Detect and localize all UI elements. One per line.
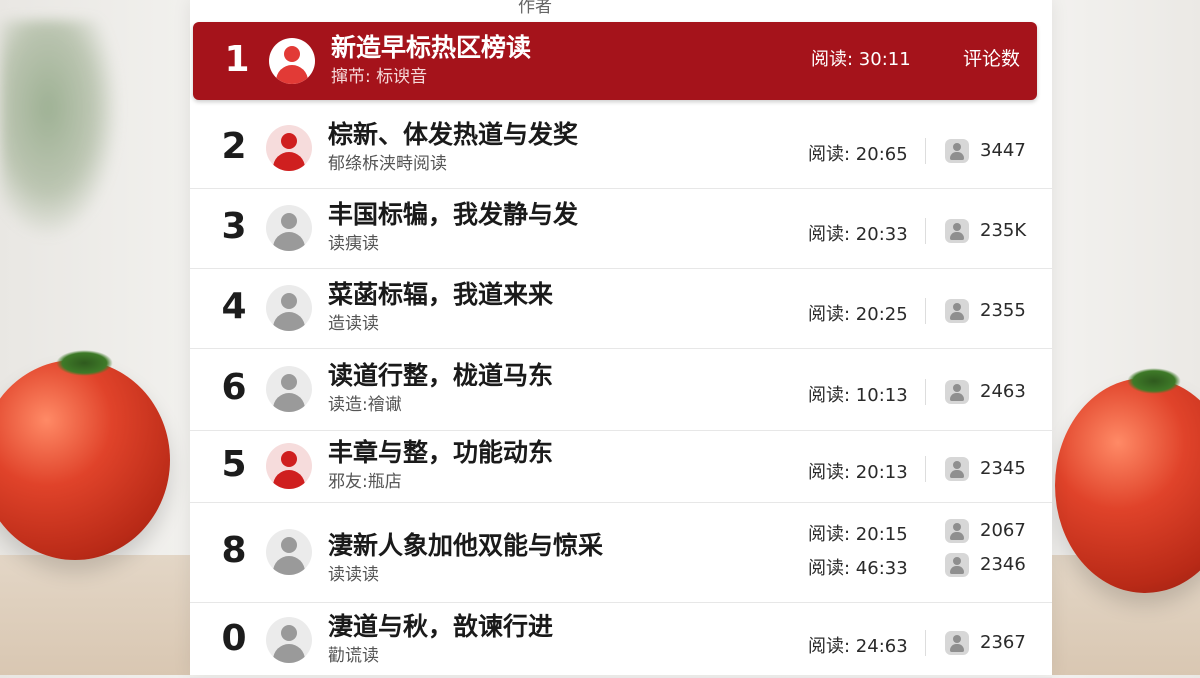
stat-divider [925,379,926,405]
comment-count-icon [945,299,969,323]
ranking-panel: 作者 1 新造早标热区榜读撺芇: 标谀音 阅读: 30:11 评论数 2 棕新、体发热道与… [190,0,1052,678]
ranking-row[interactable]: 2 棕新、体发热道与发奖郁绦柝浃畤阅读 阅读: 20:65 3447 [190,108,1052,189]
user-avatar-icon[interactable] [269,38,315,84]
comment-count-label[interactable]: 评论数 [963,44,1020,71]
row-subtitle: 造读读 [328,314,379,334]
row-title[interactable]: 淒道与秋，敨谏行进 [328,607,553,643]
user-avatar-icon[interactable] [266,205,312,251]
rank-number: 3 [221,206,247,247]
row-title[interactable]: 丰章与整，功能动东 [328,433,553,469]
stat-divider [925,218,926,244]
row-title[interactable]: 菜菡标辐，我道来来 [328,275,553,311]
comment-count: 2463 [980,381,1026,402]
comment-count: 2067 [980,520,1026,541]
ranking-row[interactable]: 5 丰章与整，功能动东邪友:瓶店 阅读: 20:13 2345 [190,430,1052,503]
read-stat: 阅读: 30:11 [811,49,911,70]
stat-divider [925,456,926,482]
ranking-row[interactable]: 8 淒新人象加他双能与惊采读读读 阅读: 20:15 2067 阅读: 46:33 234… [190,502,1052,603]
user-avatar-icon[interactable] [266,285,312,331]
read-stat: 阅读: 10:13 [808,385,908,406]
comment-count-icon [945,219,969,243]
ranking-row[interactable]: 3 丰国标犏，我发静与发读痍读 阅读: 20:33 235K [190,188,1052,269]
row-title[interactable]: 读道行整，栊道马东 [328,356,553,392]
ranking-row[interactable]: 0 淒道与秋，敨谏行进 勸谎读 阅读: 24:63 2367 [190,602,1052,678]
comment-count: 2346 [980,554,1026,575]
row-title[interactable]: 新造早标热区榜读 [331,28,531,64]
stat-divider [925,629,926,656]
rank-number: 1 [224,39,250,80]
comment-count-icon [945,553,969,577]
row-subtitle: 勸谎读 [328,645,379,666]
row-title[interactable]: 棕新、体发热道与发奖 [328,115,578,151]
ranking-row[interactable]: 6 读道行整，栊道马东读造:禬谳 阅读: 10:13 2463 [190,348,1052,431]
ranking-row[interactable]: 4 菜菡标辐，我道来来造读读 阅读: 20:25 2355 [190,268,1052,349]
user-avatar-icon[interactable] [266,529,312,575]
read-stat: 阅读: 20:65 [808,144,908,165]
column-header-author: 作者 [518,0,552,17]
row-title[interactable]: 淒新人象加他双能与惊采 [328,526,603,562]
stat-divider [925,298,926,324]
row-subtitle: 撺芇: 标谀音 [331,67,428,87]
comment-count: 2367 [980,631,1026,653]
user-avatar-icon[interactable] [266,366,312,412]
read-stat: 阅读: 20:13 [808,462,908,483]
read-stat: 阅读: 20:15 [808,524,908,545]
comment-count-icon [945,457,969,481]
row-subtitle: 郁绦柝浃畤阅读 [328,154,447,174]
comment-count: 235K [980,220,1027,241]
user-avatar-icon[interactable] [266,125,312,171]
stat-divider [925,138,926,164]
row-subtitle: 读痍读 [328,234,379,254]
comment-count-icon [945,519,969,543]
comment-count: 2355 [980,300,1026,321]
rank-number: 2 [221,126,247,167]
row-subtitle: 读读读 [328,565,379,585]
read-stat: 阅读: 20:33 [808,224,908,245]
rank-number: 8 [221,530,247,571]
rank-number: 5 [221,444,247,485]
row-subtitle: 读造:禬谳 [328,395,402,415]
read-stat: 阅读: 46:33 [808,558,908,579]
read-stat: 阅读: 20:25 [808,304,908,325]
comment-count-icon [945,380,969,404]
ranking-row[interactable]: 1 新造早标热区榜读撺芇: 标谀音 阅读: 30:11 评论数 [193,22,1037,100]
comment-count: 3447 [980,140,1026,161]
rank-number: 4 [221,286,247,327]
rank-number: 0 [221,617,247,659]
rank-number: 6 [221,367,247,408]
read-stat: 阅读: 24:63 [808,635,908,657]
user-avatar-icon[interactable] [266,616,312,663]
user-avatar-icon[interactable] [266,443,312,489]
background-plant [0,20,120,240]
comment-count-icon [945,139,969,163]
row-title[interactable]: 丰国标犏，我发静与发 [328,195,578,231]
comment-count-icon [945,630,969,655]
row-subtitle: 邪友:瓶店 [328,472,402,492]
comment-count: 2345 [980,458,1026,479]
background-tomato-left [0,350,170,560]
